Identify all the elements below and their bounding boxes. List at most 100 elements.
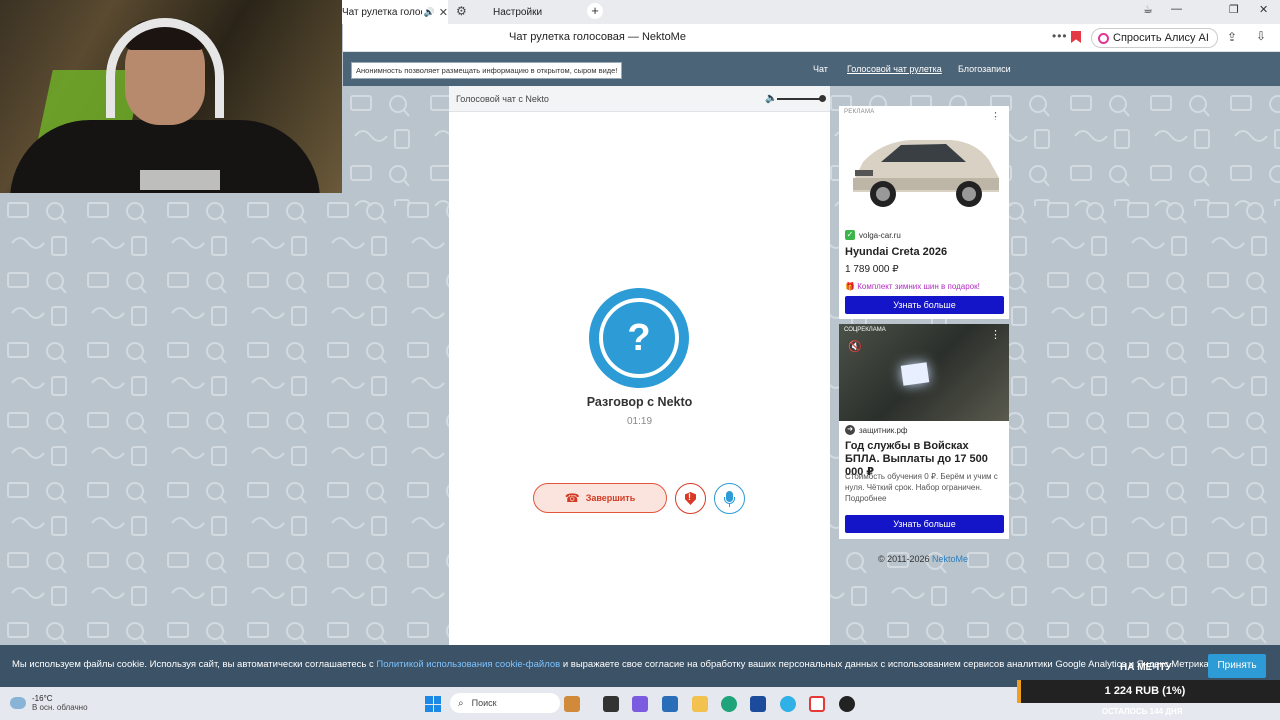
page-title[interactable]: Чат рулетка голосовая — NektoMe: [509, 31, 686, 43]
copyright: © 2011-2026 NektoMe: [878, 554, 968, 564]
exclamation-icon: !: [688, 492, 691, 502]
address-bar: Чат рулетка голосовая — NektoMe ••• Спро…: [343, 24, 1280, 52]
close-window-icon[interactable]: ✕: [1259, 3, 1268, 16]
temperature: -16°C: [32, 694, 53, 703]
report-button[interactable]: !: [675, 483, 706, 514]
yandex-browser-icon[interactable]: [809, 696, 825, 712]
edge-icon[interactable]: [721, 696, 737, 712]
monitor-app-icon[interactable]: [750, 696, 766, 712]
taskbar-search[interactable]: ⌕ Поиск: [450, 693, 560, 713]
end-call-button[interactable]: ☎ Завершить: [533, 483, 667, 513]
minimize-icon[interactable]: —: [1171, 3, 1182, 15]
file-explorer-icon[interactable]: [692, 696, 708, 712]
ad-card-social[interactable]: СОЦРЕКЛАМА ⋮ 🔇 ➜ защитник.рф Год службы …: [839, 324, 1009, 539]
conversation-title: Разговор с Nekto: [586, 395, 693, 409]
donation-goal-title: НА МЕЧТУ: [1120, 662, 1172, 673]
bookmark-icon[interactable]: [1071, 31, 1081, 43]
copyright-text: © 2011-2026: [878, 554, 933, 564]
arrow-icon: ➜: [845, 425, 855, 435]
task-view-icon[interactable]: [603, 696, 619, 712]
ad-label: РЕКЛАМА: [844, 109, 875, 115]
ad-site[interactable]: ➜ защитник.рф: [845, 425, 907, 435]
chat-header-title: Голосовой чат с Nekto: [456, 94, 549, 104]
microphone-leg: [728, 504, 730, 507]
ad-label: СОЦРЕКЛАМА: [844, 327, 886, 333]
cookie-text-after: и выражаете свое согласие на обработку в…: [560, 659, 1212, 670]
verified-check-icon: ✓: [845, 230, 855, 240]
ad-learn-more-button[interactable]: Узнать больше: [845, 296, 1004, 314]
webcam-headphones: [106, 18, 224, 118]
browser-tab-active[interactable]: Чат рулетка голосовая — NektoMe 🔊 ✕: [338, 0, 448, 24]
ad-site[interactable]: ✓ volga-car.ru: [845, 230, 901, 240]
weather-condition: В осн. облачно: [32, 703, 88, 712]
ad-card-hyundai[interactable]: РЕКЛАМА ⋮ ✓ volga-car.ru Hyundai Creta 2…: [839, 106, 1009, 319]
weather-widget[interactable]: -16°C В осн. облачно: [10, 694, 88, 712]
end-call-label: Завершить: [585, 493, 636, 503]
cloud-icon: [10, 697, 26, 709]
search-icon: ⌕: [458, 697, 464, 709]
volume-icon[interactable]: 🔈: [765, 93, 777, 104]
site-header: Анонимность позволяет размещать информац…: [343, 52, 1280, 86]
cookie-text: Мы используем файлы cookie. Используя са…: [12, 659, 1211, 670]
donation-amount: 1 224 RUB (1%): [1104, 685, 1186, 697]
voice-chat-panel: Голосовой чат с Nekto 🔈 ? Разговор с Nek…: [449, 86, 830, 646]
anonymity-notice: Анонимность позволяет размещать информац…: [351, 62, 623, 79]
extension-icon[interactable]: ☕: [1143, 3, 1153, 16]
share-icon[interactable]: ⇪: [1227, 30, 1237, 44]
browser-tab-settings[interactable]: Настройки: [493, 0, 542, 24]
speaker-icon: 🔊: [423, 6, 435, 17]
tab-title: Настройки: [493, 6, 543, 18]
volume-slider[interactable]: [777, 98, 823, 100]
close-tab-icon[interactable]: ✕: [439, 6, 448, 19]
ad-learn-more-button[interactable]: Узнать больше: [845, 515, 1004, 533]
ad-gift: 🎁 Комплект зимних шин в подарок!: [845, 282, 980, 291]
obs-icon[interactable]: [839, 696, 855, 712]
windows-start-icon[interactable]: [425, 696, 441, 712]
chat-app-icon[interactable]: [780, 696, 796, 712]
store-icon[interactable]: [662, 696, 678, 712]
more-icon[interactable]: •••: [1052, 29, 1068, 43]
nav-voice-chat[interactable]: Голосовой чат рулетка: [847, 64, 942, 74]
nav-blog[interactable]: Блогозаписи: [958, 64, 1011, 74]
call-timer: 01:19: [626, 416, 653, 427]
ask-alice-button[interactable]: Спросить Алису AI: [1091, 28, 1218, 48]
ad-site-name: защитник.рф: [859, 425, 908, 435]
ask-alice-label: Спросить Алису AI: [1113, 32, 1209, 44]
tab-title: Чат рулетка голосовая — NektoMe: [342, 6, 422, 18]
cookie-policy-link[interactable]: Политикой использования cookie-файлов: [376, 659, 560, 670]
gift-icon: 🎁: [845, 282, 855, 291]
search-placeholder: Поиск: [471, 698, 497, 708]
chat-header: Голосовой чат с Nekto 🔈: [449, 86, 830, 112]
ad-video-thumbnail[interactable]: СОЦРЕКЛАМА ⋮ 🔇: [839, 324, 1009, 421]
car-image: [841, 120, 1007, 220]
nav-chat[interactable]: Чат: [813, 64, 828, 74]
volume-slider-handle[interactable]: [819, 95, 826, 102]
brand-link[interactable]: NektoMe: [932, 554, 968, 564]
donation-days-left: ОСТАЛОСЬ 144 ДНЯ: [1102, 707, 1183, 716]
video-screen-glow: [900, 362, 930, 386]
maximize-icon[interactable]: ❐: [1229, 3, 1239, 16]
alice-icon: [1098, 32, 1109, 44]
new-tab-button[interactable]: +: [587, 3, 603, 19]
hang-up-phone-icon: ☎: [564, 491, 580, 505]
ad-menu-icon[interactable]: ⋮: [990, 328, 1001, 341]
muted-speaker-icon[interactable]: 🔇: [848, 340, 862, 353]
partner-avatar: ?: [589, 288, 689, 388]
ad-site-name: volga-car.ru: [859, 230, 901, 240]
microphone-stand: [724, 497, 735, 504]
ad-title[interactable]: Hyundai Creta 2026: [845, 246, 1003, 259]
settings-gear-icon[interactable]: ⚙: [456, 4, 467, 18]
question-mark-icon: ?: [609, 308, 669, 368]
donation-progress-bar: 1 224 RUB (1%): [1017, 680, 1280, 703]
microphone-button[interactable]: [714, 483, 745, 514]
taskbar-app-icon[interactable]: [564, 696, 580, 712]
cookie-text-before: Мы используем файлы cookie. Используя са…: [12, 659, 377, 670]
webcam-overlay: [0, 0, 342, 193]
ad-gift-text: Комплект зимних шин в подарок!: [857, 282, 980, 291]
webcam-shirt-print: [140, 170, 220, 190]
downloads-icon[interactable]: ⇩: [1256, 29, 1266, 43]
ad-description: Стоимость обучения 0 ₽. Берём и учим с н…: [845, 472, 998, 503]
accept-cookies-button[interactable]: Принять: [1208, 654, 1266, 678]
ad-price: 1 789 000 ₽: [845, 264, 899, 275]
teams-icon[interactable]: [632, 696, 648, 712]
